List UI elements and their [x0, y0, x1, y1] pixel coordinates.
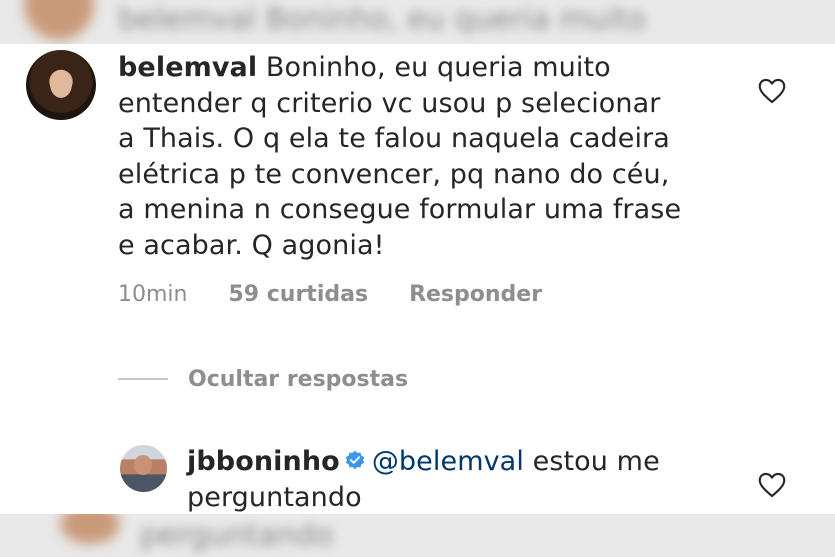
comment-line: a menina n consegue formular uma frase	[118, 194, 682, 225]
hide-replies-label: Ocultar respostas	[188, 366, 409, 392]
reply-avatar[interactable]	[120, 445, 167, 492]
blurred-text: perguntando	[140, 518, 333, 553]
blurred-previous-comment: belemval Boninho, eu queria muito	[0, 0, 835, 44]
reply-text: perguntando	[187, 481, 362, 513]
comment-line: e acabar. Q agonia!	[118, 229, 385, 261]
reply-text: estou me	[523, 446, 660, 477]
commenter-username[interactable]: belemval	[118, 52, 257, 83]
heart-outline-icon[interactable]	[758, 78, 786, 104]
blurred-text: belemval Boninho, eu queria muito	[118, 2, 647, 37]
blurred-avatar	[60, 514, 120, 544]
reply-username[interactable]: jbboninho	[187, 446, 340, 477]
comment-line: a Thais. O q ela te falou naquela cadeir…	[118, 123, 670, 154]
hide-replies-button[interactable]: Ocultar respostas	[118, 364, 408, 394]
comment-line: entender q criterio vc usou p selecionar	[118, 87, 661, 119]
commenter-avatar[interactable]	[26, 50, 96, 120]
comment-line: elétrica p te convencer, pq nano do céu,	[118, 158, 670, 190]
heart-outline-icon[interactable]	[758, 472, 786, 498]
reply-button[interactable]: Responder	[409, 282, 542, 307]
likes-count-link[interactable]: 59 curtidas	[228, 282, 368, 307]
comment-body: belemval Boninho, eu queria muito entend…	[118, 50, 758, 263]
verified-badge-icon	[345, 450, 364, 470]
mention-link[interactable]: @belemval	[372, 446, 524, 477]
blurred-next-content: perguntando	[0, 514, 835, 557]
comment-meta: 10min 59 curtidas Responder	[118, 282, 576, 307]
comment-line: Boninho, eu queria muito	[265, 52, 611, 83]
blurred-avatar	[24, 0, 94, 40]
reply-body: jbboninho @belemval estou me perguntando	[187, 444, 747, 515]
comment-time: 10min	[118, 282, 188, 307]
hide-replies-divider	[118, 378, 168, 380]
